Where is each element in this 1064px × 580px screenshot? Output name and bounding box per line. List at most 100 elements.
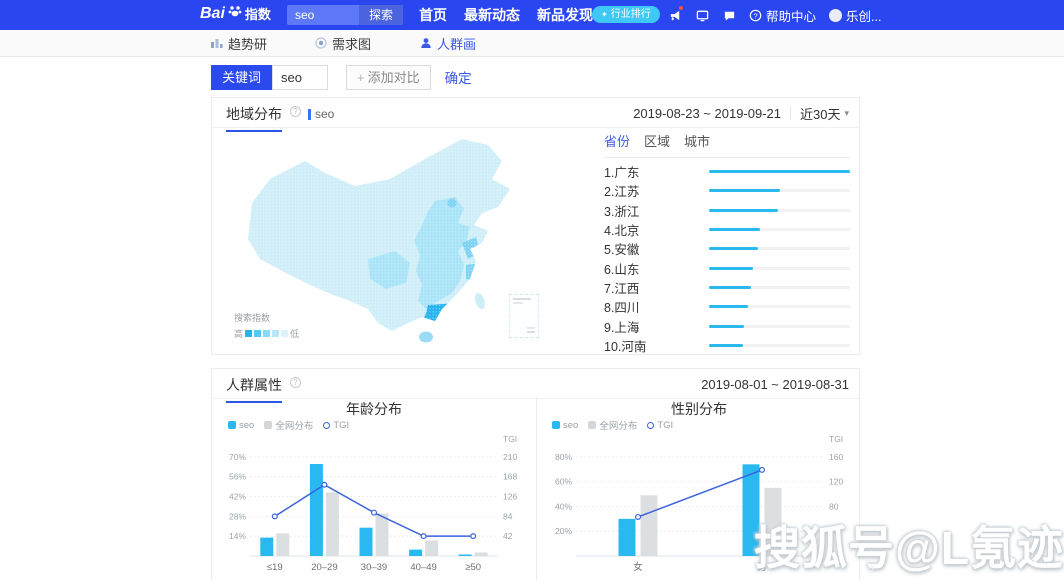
region-distribution-card: 地域分布 ? seo 2019-08-23 ~ 2019-09-21 近30天 …: [211, 97, 860, 355]
bar-seo: [619, 519, 636, 556]
legend-entry-label: TGI: [657, 420, 673, 431]
top-nav-links: 首页 最新动态 新品发现: [419, 0, 593, 30]
bar-seo: [360, 528, 373, 556]
ranking-tab-区域[interactable]: 区域: [644, 131, 670, 150]
industry-ranking-badge[interactable]: ✦ 行业排行: [592, 6, 660, 23]
tgi-point: [322, 482, 327, 487]
tab-trend-research[interactable]: 趋势研: [210, 30, 267, 56]
ranking-row: 10.河南: [604, 336, 850, 355]
right-axis-tick: 160: [829, 452, 843, 462]
ranking-bar-track: [709, 247, 850, 250]
help-tooltip-icon[interactable]: ?: [290, 377, 301, 388]
legend-entry-label: 全网分布: [599, 418, 637, 432]
logo-text: Bai: [200, 5, 225, 23]
right-axis-tick: 84: [503, 511, 513, 521]
tab-demand-graph[interactable]: 需求图: [315, 30, 371, 56]
left-axis-tick: 28%: [229, 511, 246, 521]
left-axis-tick: 14%: [229, 531, 246, 541]
tgi-point: [636, 515, 641, 520]
bar-全网分布: [276, 533, 289, 556]
age-chart-legend: seo 全网分布 TGI: [228, 418, 349, 432]
south-china-sea-inset: [509, 294, 539, 338]
legend-entry-label: TGI: [333, 420, 349, 431]
ranking-row: 2.江苏: [604, 181, 850, 200]
legend-high-label: 高: [234, 327, 243, 340]
legend-entry-seo[interactable]: seo: [552, 420, 578, 431]
tgi-point: [421, 534, 426, 539]
search-button[interactable]: 探索: [359, 5, 403, 25]
legend-entry-seo[interactable]: seo: [228, 420, 254, 431]
left-axis-tick: 80%: [555, 452, 572, 462]
bar-swatch-icon: [552, 421, 560, 429]
add-compare-button[interactable]: + 添加对比: [346, 65, 431, 90]
left-axis-tick: 70%: [229, 452, 246, 462]
avatar: [829, 9, 842, 22]
username: 乐创...: [846, 6, 881, 25]
page: Bai 指数 seo 探索 首页 最新动态 新品发现 ✦ 行业排行: [0, 0, 1064, 580]
ranking-label: 7.江西: [604, 278, 709, 297]
legend-entry-全网分布[interactable]: 全网分布: [264, 418, 313, 432]
svg-text:?: ?: [753, 11, 757, 20]
ranking-row: 3.浙江: [604, 201, 850, 220]
message-icon[interactable]: [722, 8, 736, 22]
right-axis-label: TGI: [503, 434, 517, 444]
notification-icon[interactable]: [668, 8, 682, 22]
map-taiwan: [473, 292, 487, 311]
legend-swatch: [281, 330, 288, 337]
period-label: 近30天: [800, 104, 840, 123]
ranking-bar-track: [709, 189, 850, 192]
watermark: 搜狐号@L氪迹: [754, 512, 1064, 578]
ranking-bar-track: [709, 344, 850, 347]
top-navbar: Bai 指数 seo 探索 首页 最新动态 新品发现 ✦ 行业排行: [0, 0, 1064, 30]
legend-entry-label: 全网分布: [275, 418, 313, 432]
nav-new-products[interactable]: 新品发现: [537, 5, 593, 25]
gender-chart-legend: seo 全网分布 TGI: [552, 418, 673, 432]
help-tooltip-icon[interactable]: ?: [290, 106, 301, 117]
ranking-row: 4.北京: [604, 220, 850, 239]
tgi-point: [272, 514, 277, 519]
confirm-button[interactable]: 确定: [445, 67, 472, 87]
age-chart-title: 年龄分布: [212, 399, 536, 419]
help-center-link[interactable]: ? 帮助中心: [749, 6, 816, 25]
x-category-label: ≥50: [465, 562, 481, 573]
ranking-label: 6.山东: [604, 259, 709, 278]
user-account[interactable]: 乐创...: [829, 6, 881, 25]
nav-home[interactable]: 首页: [419, 5, 447, 25]
ranking-bar-fill: [709, 189, 780, 192]
question-icon: ?: [749, 9, 762, 22]
ranking-bar-track: [709, 325, 850, 328]
legend-entry-TGI[interactable]: TGI: [647, 420, 673, 431]
left-axis-tick: 40%: [555, 501, 572, 511]
legend-swatch: [245, 330, 252, 337]
ranking-bar-track: [709, 305, 850, 308]
legend-swatch: [263, 330, 270, 337]
search-input[interactable]: seo: [287, 5, 359, 25]
tab-audience-profile[interactable]: 人群画: [420, 30, 476, 56]
bar-全网分布: [475, 552, 488, 556]
ranking-tab-省份[interactable]: 省份: [604, 131, 630, 150]
crown-icon: ✦: [601, 6, 608, 23]
x-category-label: ≤19: [267, 562, 283, 573]
ranking-label: 1.广东: [604, 162, 709, 181]
legend-entry-全网分布[interactable]: 全网分布: [588, 418, 637, 432]
age-distribution-chart[interactable]: 14%28%42%56%70%4284126168210TGI≤1920–293…: [216, 431, 532, 576]
ranking-bar-fill: [709, 267, 753, 270]
keyword-input[interactable]: seo: [272, 65, 328, 90]
gender-chart-title: 性别分布: [537, 399, 861, 419]
right-axis-tick: 168: [503, 472, 517, 482]
notification-dot: [679, 6, 683, 10]
nav-latest-news[interactable]: 最新动态: [464, 5, 520, 25]
tgi-point: [372, 510, 377, 515]
top-icons: ? 帮助中心 乐创...: [668, 0, 881, 30]
add-compare-label: 添加对比: [368, 66, 420, 89]
paw-icon: [228, 4, 242, 23]
period-dropdown[interactable]: 近30天 ▾: [800, 104, 849, 123]
baidu-index-logo[interactable]: Bai 指数: [200, 4, 271, 23]
ranking-tab-城市[interactable]: 城市: [684, 131, 710, 150]
monitor-icon[interactable]: [695, 8, 709, 22]
help-center-label: 帮助中心: [766, 6, 816, 25]
ranking-row: 9.上海: [604, 316, 850, 335]
ranking-bar-fill: [709, 228, 760, 231]
keyword-button[interactable]: 关键词: [211, 65, 272, 90]
legend-entry-TGI[interactable]: TGI: [323, 420, 349, 431]
